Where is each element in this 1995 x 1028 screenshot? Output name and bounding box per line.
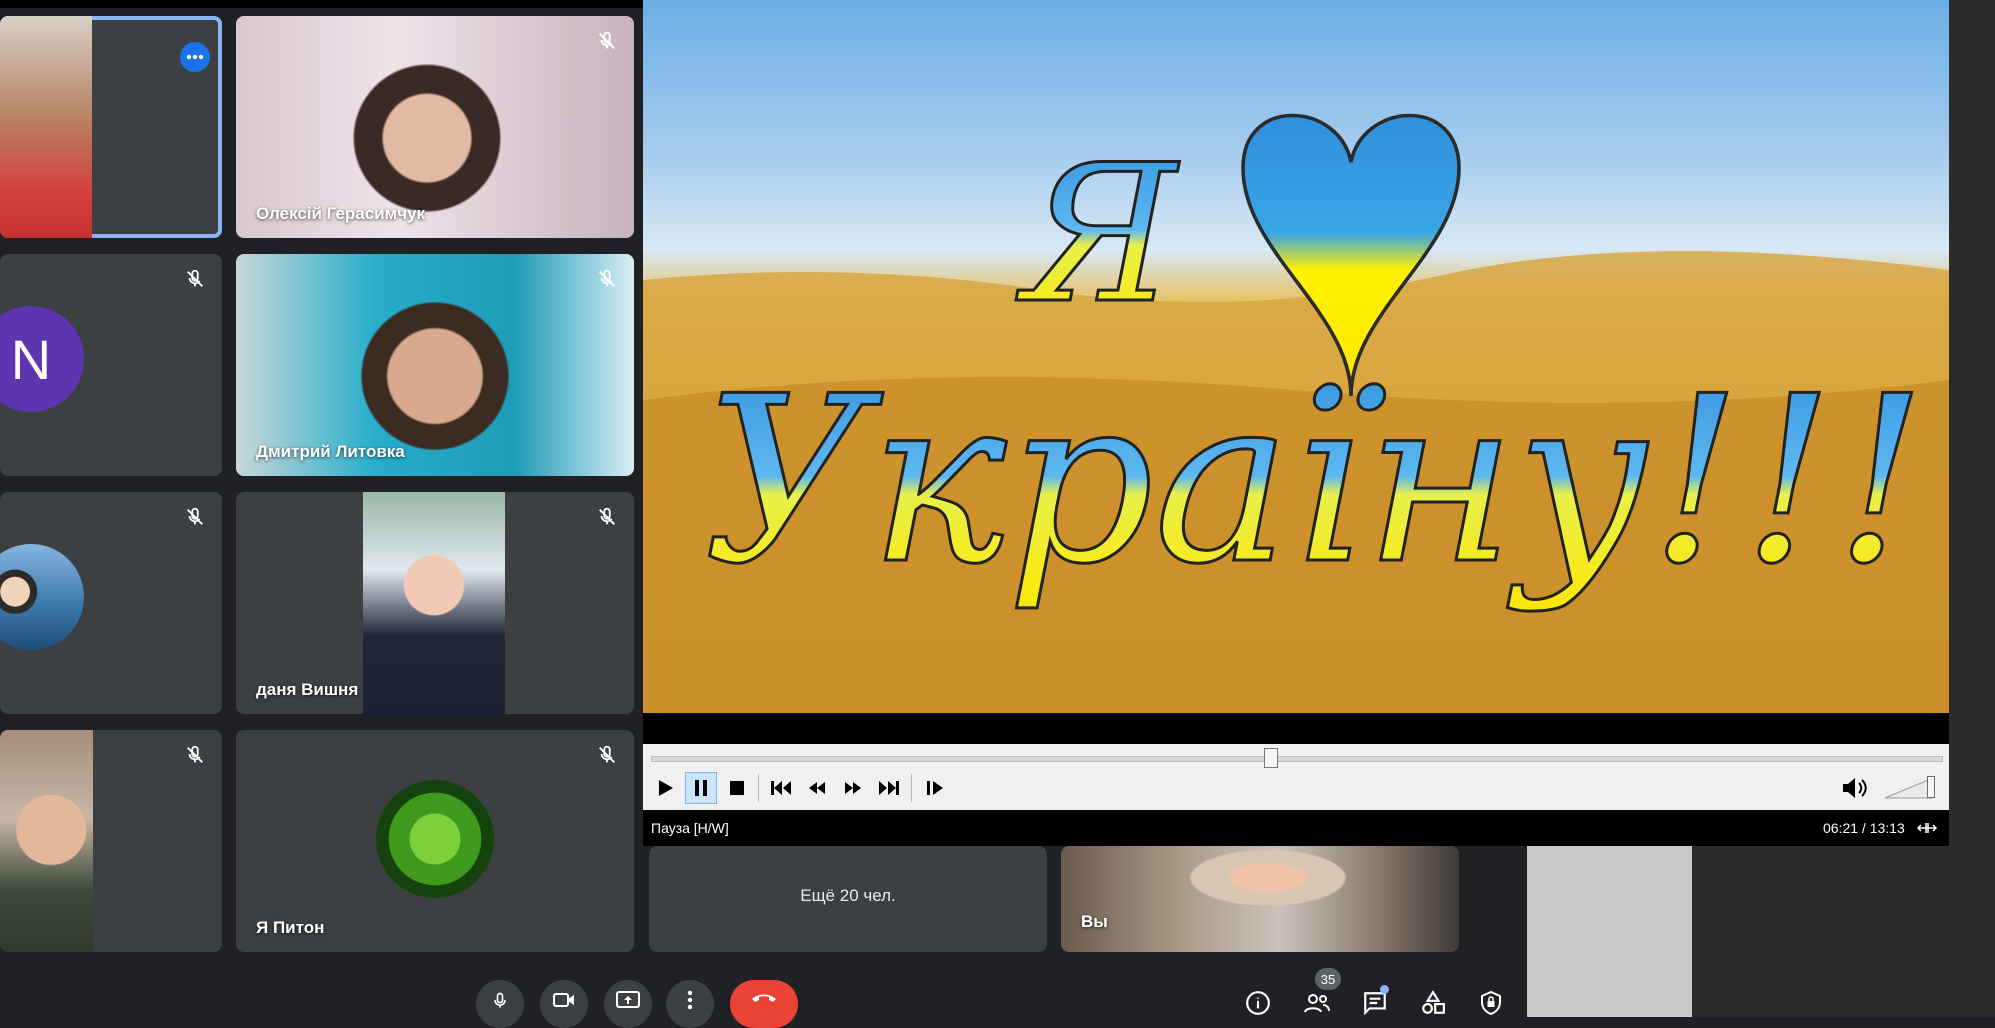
- participant-tile-4[interactable]: Дмитрий Литовка: [236, 254, 634, 476]
- shield-lock-icon: [1481, 990, 1501, 1016]
- participant-name: даня Вишня: [256, 680, 359, 699]
- activities-icon: [1422, 990, 1445, 1014]
- more-horiz-icon: [186, 54, 204, 60]
- player-status-bar: Пауза [H/W] 06:21 / 13:13: [643, 810, 1949, 846]
- video-text-line1: Я: [1016, 124, 1180, 345]
- more-participants-label: Ещё 20 чел.: [800, 886, 896, 905]
- self-view-tile[interactable]: Вы: [1061, 846, 1459, 952]
- volume-slider[interactable]: [1883, 774, 1935, 800]
- playback-status: Пауза [H/W]: [651, 820, 729, 836]
- mic-icon: [494, 992, 506, 1008]
- video-text-line2: Україну!!!: [703, 348, 1927, 615]
- participant-tile-8[interactable]: Я Питон: [236, 730, 634, 952]
- volume-thumb[interactable]: [1927, 776, 1935, 798]
- mute-button[interactable]: [1839, 772, 1871, 804]
- skip-previous-icon: [771, 781, 791, 795]
- mic-off-icon: [599, 269, 615, 287]
- avatar: N: [0, 306, 84, 412]
- more-options-button[interactable]: [180, 42, 210, 72]
- meeting-info-button[interactable]: [1243, 988, 1273, 1018]
- window-top-edge: [0, 0, 643, 8]
- end-call-button[interactable]: [730, 980, 798, 1028]
- people-icon: [1304, 994, 1330, 1013]
- participant-tile-6[interactable]: даня Вишня: [236, 492, 634, 714]
- self-label: Вы: [1081, 912, 1108, 931]
- play-icon: [659, 780, 673, 796]
- call-end-icon: [752, 994, 776, 1002]
- stop-icon: [730, 781, 744, 795]
- participant-tile-3[interactable]: N: [0, 254, 222, 476]
- present-button[interactable]: [604, 980, 652, 1028]
- separator: [911, 774, 912, 802]
- stop-button[interactable]: [721, 772, 753, 804]
- mic-off-icon: [187, 745, 203, 763]
- avatar-photo: [0, 544, 84, 650]
- people-count-badge: 35: [1315, 968, 1341, 990]
- skip-next-icon: [879, 781, 899, 795]
- video-frame: Я Україну!!!: [643, 0, 1949, 713]
- pause-button[interactable]: [685, 772, 717, 804]
- volume-icon: [1843, 778, 1867, 798]
- seek-bar[interactable]: [651, 748, 1943, 768]
- mic-off-icon: [599, 507, 615, 525]
- more-vert-icon: [687, 990, 693, 1010]
- mic-off-icon: [187, 269, 203, 287]
- participant-tile-7[interactable]: [0, 730, 222, 952]
- participant-tile-2[interactable]: Олексій Герасимчук: [236, 16, 634, 238]
- people-button[interactable]: [1302, 988, 1332, 1018]
- frame-step-icon: [927, 781, 943, 795]
- mic-off-icon: [599, 31, 615, 49]
- avatar-photo: [376, 780, 494, 898]
- playback-time: 06:21 / 13:13: [1823, 820, 1905, 836]
- avatar-initial: N: [10, 327, 52, 391]
- mic-off-icon: [187, 507, 203, 525]
- more-actions-button[interactable]: [666, 980, 714, 1028]
- next-button[interactable]: [873, 772, 905, 804]
- mic-button[interactable]: [476, 980, 524, 1028]
- video-content: Я Україну!!!: [643, 113, 1949, 713]
- play-button[interactable]: [649, 772, 681, 804]
- mic-off-icon: [599, 745, 615, 763]
- previous-button[interactable]: [765, 772, 797, 804]
- rewind-button[interactable]: [801, 772, 833, 804]
- chat-notification-dot: [1380, 985, 1389, 994]
- participant-name: Я Питон: [256, 918, 325, 937]
- participant-name: Дмитрий Литовка: [256, 442, 405, 461]
- frame-step-button[interactable]: [919, 772, 951, 804]
- player-controls: [643, 744, 1949, 810]
- camera-button[interactable]: [540, 980, 588, 1028]
- self-video: [1061, 846, 1459, 952]
- separator: [758, 774, 759, 802]
- pause-icon: [695, 780, 707, 796]
- participant-video: [363, 492, 505, 714]
- more-participants-tile[interactable]: Ещё 20 чел.: [649, 846, 1047, 952]
- camera-icon: [553, 993, 574, 1007]
- participant-tile-5[interactable]: [0, 492, 222, 714]
- participant-tile-1[interactable]: [0, 16, 222, 238]
- participant-name: Олексій Герасимчук: [256, 204, 426, 223]
- seek-thumb[interactable]: [1264, 748, 1279, 768]
- fit-window-icon[interactable]: [1917, 822, 1937, 834]
- host-controls-button[interactable]: [1476, 988, 1506, 1018]
- rewind-icon: [809, 782, 825, 794]
- present-screen-icon: [616, 991, 640, 1008]
- fast-forward-icon: [845, 782, 861, 794]
- media-player-window: Я Україну!!! Пауза [H/W] 06:21 / 13:13: [643, 0, 1949, 846]
- participant-video: [0, 16, 92, 238]
- fast-forward-button[interactable]: [837, 772, 869, 804]
- info-icon: [1246, 991, 1270, 1015]
- activities-button[interactable]: [1418, 988, 1448, 1018]
- participant-video: [0, 730, 93, 952]
